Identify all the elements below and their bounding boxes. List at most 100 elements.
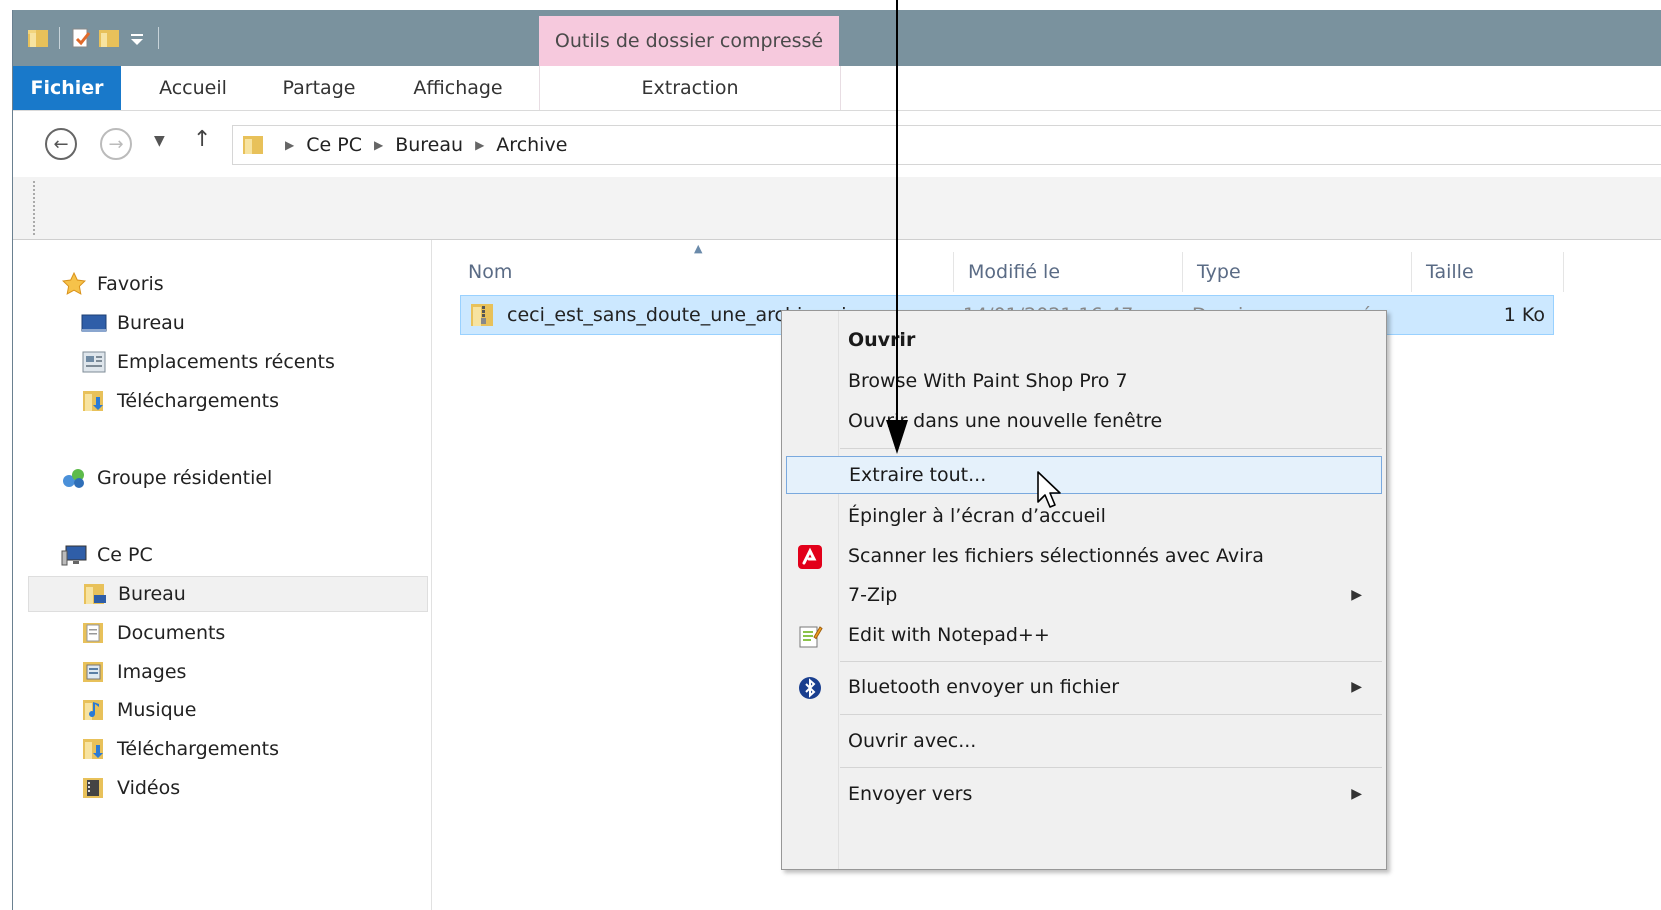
star-icon [61,271,87,296]
menu-label: 7-Zip [848,584,898,606]
submenu-arrow-icon: ▶ [1351,587,1362,603]
column-header-modified[interactable]: Modifié le [954,252,1183,292]
menu-item-edit-notepad[interactable]: Edit with Notepad++ [786,616,1382,654]
navigation-pane: Favoris Bureau Emplacements récents Télé… [13,240,432,910]
menu-item-open-new-window[interactable]: Ouvrir dans une nouvelle fenêtre [786,402,1382,440]
nav-favorites[interactable]: Favoris [61,266,164,302]
quick-access-toolbar [27,24,163,52]
menu-item-extract-all[interactable]: Extraire tout... [786,456,1382,494]
folder-icon[interactable] [27,27,49,49]
properties-icon[interactable] [70,27,92,49]
back-button[interactable]: ← [45,128,77,160]
menu-item-open[interactable]: Ouvrir [786,321,1382,359]
nav-label: Ce PC [97,544,153,566]
recent-places-icon [81,350,107,374]
homegroup-icon [61,466,87,490]
nav-item-videos[interactable]: Vidéos [81,770,180,806]
tab-accueil[interactable]: Accueil [143,66,243,110]
menu-label: Ouvrir avec... [848,730,977,752]
pictures-folder-icon [81,660,107,684]
menu-separator [840,767,1382,768]
menu-separator [840,714,1382,715]
submenu-arrow-icon: ▶ [1351,786,1362,802]
nav-label: Emplacements récents [117,351,335,373]
menu-item-bluetooth[interactable]: Bluetooth envoyer un fichier ▶ [786,668,1382,706]
submenu-arrow-icon: ▶ [1351,679,1362,695]
notepad-plus-plus-icon [796,622,824,650]
nav-item-music[interactable]: Musique [81,692,196,728]
column-header-name[interactable]: Nom [454,252,954,292]
menu-item-send-to[interactable]: Envoyer vers ▶ [786,775,1382,813]
documents-folder-icon [81,621,107,645]
nav-label: Groupe résidentiel [97,467,273,489]
menu-label: Ouvrir [848,329,916,351]
breadcrumb-bureau[interactable]: Bureau [395,134,463,156]
videos-folder-icon [81,776,107,800]
nav-label: Musique [117,699,197,721]
nav-label: Bureau [117,312,185,334]
menu-label: Edit with Notepad++ [848,624,1050,646]
nav-item-bureau[interactable]: Bureau [81,305,185,341]
menu-separator [840,661,1382,662]
nav-this-pc[interactable]: Ce PC [61,537,153,573]
menu-item-pin-start[interactable]: Épingler à l’écran d’accueil [786,497,1382,535]
context-menu: Ouvrir Browse With Paint Shop Pro 7 Ouvr… [781,310,1387,870]
arrow-right-icon: → [108,133,124,155]
nav-label: Images [117,661,187,683]
avira-icon [796,543,824,571]
address-bar[interactable]: ▶ Ce PC ▶ Bureau ▶ Archive [232,125,1661,165]
nav-label: Documents [117,622,226,644]
tab-partage[interactable]: Partage [269,66,369,110]
nav-label: Téléchargements [117,738,279,760]
bluetooth-icon [796,674,824,702]
nav-item-recent-places[interactable]: Emplacements récents [81,344,335,380]
new-folder-icon[interactable] [98,27,120,49]
menu-item-7zip[interactable]: 7-Zip ▶ [786,576,1382,614]
toolbar-separator [158,27,159,49]
menu-label: Bluetooth envoyer un fichier [848,676,1120,698]
menu-item-open-with[interactable]: Ouvrir avec... [786,722,1382,760]
column-header-type[interactable]: Type [1183,252,1412,292]
nav-label: Téléchargements [117,390,279,412]
tab-extraction[interactable]: Extraction [540,66,840,110]
computer-icon [61,543,87,567]
up-button[interactable]: ↑ [193,127,211,152]
forward-button[interactable]: → [100,128,132,160]
desktop-icon [81,311,107,335]
menu-separator [840,448,1382,449]
nav-item-downloads-pc[interactable]: Téléchargements [81,731,279,767]
arrow-up-icon: ↑ [193,127,212,152]
nav-homegroup[interactable]: Groupe résidentiel [61,460,272,496]
menu-item-scan-avira[interactable]: Scanner les fichiers sélectionnés avec A… [786,537,1382,575]
nav-item-documents[interactable]: Documents [81,615,225,651]
title-bar: Outils de dossier compressé [13,10,1661,66]
menu-label: Scanner les fichiers sélectionnés avec A… [848,545,1264,567]
zip-folder-icon [469,302,495,328]
file-size: 1 Ko [1503,304,1545,326]
breadcrumb-separator: ▶ [373,138,384,152]
nav-label: Bureau [118,583,186,605]
folder-icon [241,133,265,157]
breadcrumb-ce-pc[interactable]: Ce PC [306,134,362,156]
column-header-size[interactable]: Taille [1412,252,1564,292]
annotation-arrow-head [886,420,908,454]
toolbar-grip [33,181,35,235]
ribbon-tabs: Fichier Accueil Partage Affichage Extrac… [13,66,1661,111]
customize-toolbar-icon[interactable] [126,27,148,49]
menu-item-browse-psp[interactable]: Browse With Paint Shop Pro 7 [786,362,1382,400]
recent-locations-dropdown[interactable]: ▼ [154,133,165,149]
nav-item-downloads[interactable]: Téléchargements [81,383,279,419]
nav-item-images[interactable]: Images [81,654,186,690]
music-folder-icon [81,698,107,722]
contextual-tab-header: Outils de dossier compressé [539,16,839,66]
menu-label: Envoyer vers [848,783,973,805]
breadcrumb-separator: ▶ [285,138,295,152]
downloads-folder-icon [81,737,107,761]
tab-fichier[interactable]: Fichier [13,66,121,110]
navigation-bar: ← → ▼ ↑ ▶ Ce PC ▶ Bureau ▶ Archive [13,111,1661,177]
breadcrumb-archive[interactable]: Archive [496,134,567,156]
chevron-down-icon: ▼ [154,133,165,149]
tab-affichage[interactable]: Affichage [399,66,517,110]
breadcrumb-separator: ▶ [475,138,485,152]
nav-item-bureau-selected[interactable]: Bureau [28,576,428,612]
